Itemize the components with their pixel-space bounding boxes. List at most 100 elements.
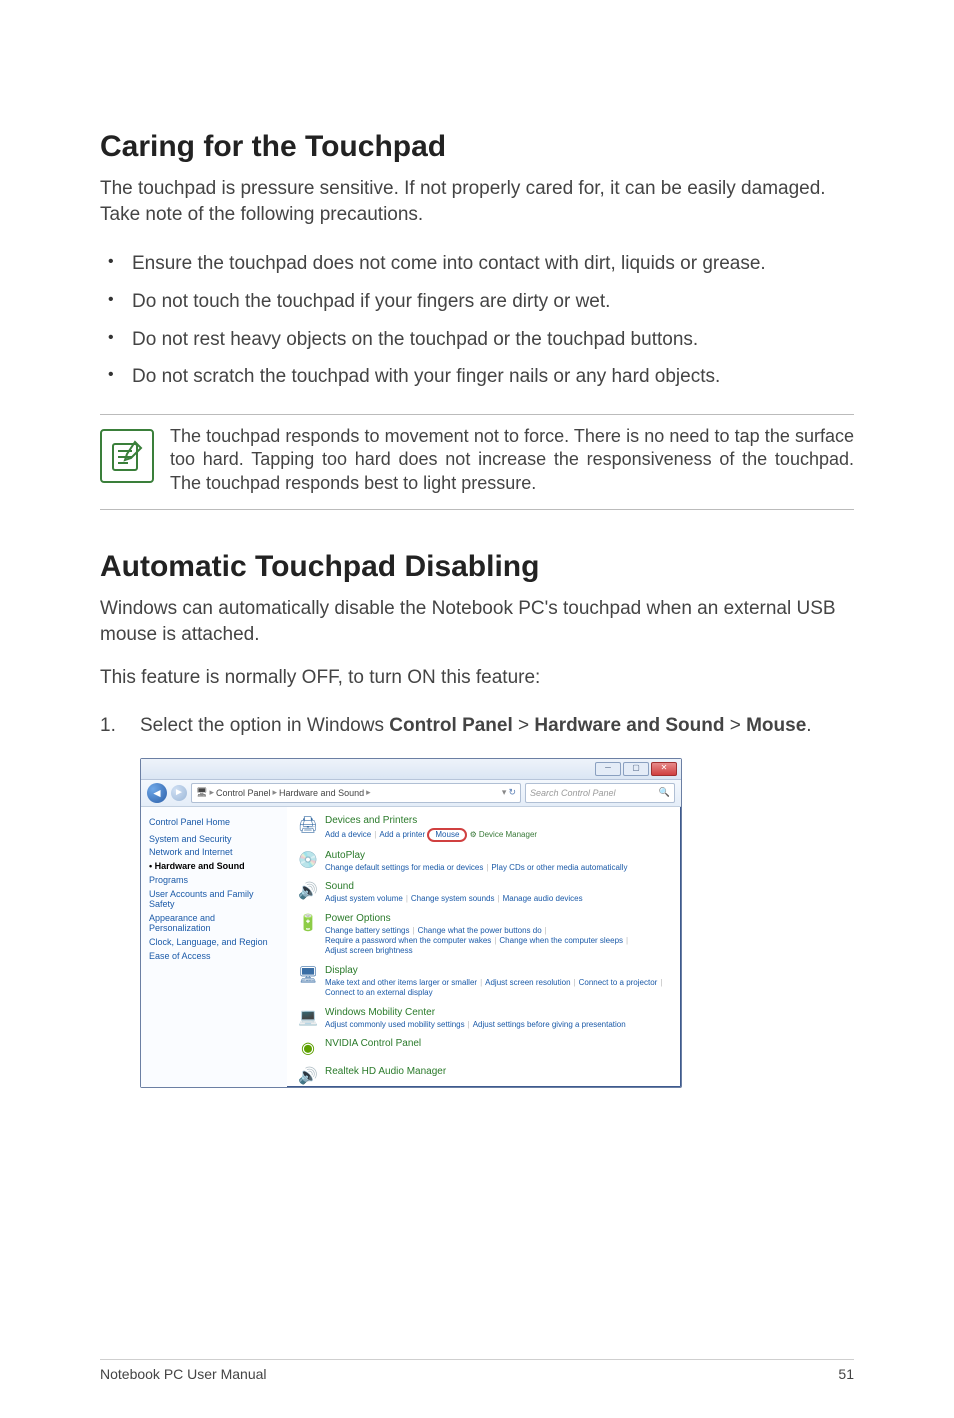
- sidebar-item-network[interactable]: Network and Internet: [149, 848, 279, 858]
- display-icon: 🖥: [297, 965, 319, 999]
- realtek-icon: 🔊: [297, 1066, 319, 1086]
- note-icon: [100, 429, 154, 483]
- sidebar-item-ease-access[interactable]: Ease of Access: [149, 952, 279, 962]
- heading-caring: Caring for the Touchpad: [100, 130, 854, 164]
- step-text-b3: Mouse: [746, 715, 806, 736]
- category-title[interactable]: NVIDIA Control Panel: [325, 1038, 671, 1049]
- step-text-b1: Control Panel: [389, 715, 513, 736]
- window-controls: ─ ▢ ✕: [595, 762, 677, 776]
- category-autoplay: 💿 AutoPlay Change default settings for m…: [297, 850, 671, 873]
- sidebar-home[interactable]: Control Panel Home: [149, 817, 279, 827]
- autoplay-icon: 💿: [297, 850, 319, 873]
- bullet-item: Ensure the touchpad does not come into c…: [100, 245, 854, 283]
- link-mobility-presentation[interactable]: Adjust settings before giving a presenta…: [473, 1020, 626, 1029]
- bullet-item: Do not scratch the touchpad with your fi…: [100, 358, 854, 396]
- category-title[interactable]: Power Options: [325, 913, 671, 924]
- category-title[interactable]: Realtek HD Audio Manager: [325, 1066, 671, 1077]
- link-autoplay-defaults[interactable]: Change default settings for media or dev…: [325, 863, 483, 872]
- note-box: The touchpad responds to movement not to…: [100, 414, 854, 510]
- steps-list: 1. Select the option in Windows Control …: [100, 709, 854, 744]
- page-footer: Notebook PC User Manual 51: [100, 1359, 854, 1382]
- mobility-icon: 💻: [297, 1007, 319, 1030]
- control-panel-sidebar: Control Panel Home System and Security N…: [141, 807, 287, 1087]
- link-power-sleep[interactable]: Change when the computer sleeps: [499, 936, 623, 945]
- step-text-prefix: Select the option in Windows: [140, 715, 389, 736]
- bullet-item: Do not touch the touchpad if your finger…: [100, 283, 854, 321]
- close-button[interactable]: ✕: [651, 762, 677, 776]
- step-text-suffix: .: [806, 715, 811, 736]
- link-power-buttons[interactable]: Change what the power buttons do: [418, 926, 542, 935]
- link-display-projector[interactable]: Connect to a projector: [579, 978, 658, 987]
- sidebar-item-programs[interactable]: Programs: [149, 876, 279, 886]
- step-text-sep1: >: [513, 715, 535, 736]
- para-auto-disable-1: Windows can automatically disable the No…: [100, 596, 854, 647]
- category-display: 🖥 Display Make text and other items larg…: [297, 965, 671, 999]
- step-text-b2: Hardware and Sound: [534, 715, 724, 736]
- embedded-screenshot: ─ ▢ ✕ ◄ ► 🖥 ▸ Control Panel ▸ Hardware a…: [140, 758, 854, 1088]
- link-display-resolution[interactable]: Adjust screen resolution: [485, 978, 570, 987]
- printer-icon: 🖨: [297, 815, 319, 842]
- refresh-icon[interactable]: ↻: [508, 787, 516, 798]
- power-icon: 🔋: [297, 913, 319, 957]
- breadcrumb-sep: ▸: [209, 787, 214, 798]
- breadcrumb-item[interactable]: Hardware and Sound: [279, 788, 364, 798]
- category-devices: 🖨 Devices and Printers Add a device|Add …: [297, 815, 671, 842]
- link-mobility-settings[interactable]: Adjust commonly used mobility settings: [325, 1020, 465, 1029]
- note-text: The touchpad responds to movement not to…: [170, 425, 854, 495]
- para-auto-disable-2: This feature is normally OFF, to turn ON…: [100, 665, 854, 691]
- category-title[interactable]: Devices and Printers: [325, 815, 671, 826]
- sidebar-item-appearance[interactable]: Appearance and Personalization: [149, 914, 279, 934]
- step-number: 1.: [100, 713, 116, 740]
- link-sound-volume[interactable]: Adjust system volume: [325, 894, 403, 903]
- breadcrumb-dropdown-icon[interactable]: ▾: [502, 787, 507, 798]
- link-power-password[interactable]: Require a password when the computer wak…: [325, 936, 491, 945]
- link-sound-devices[interactable]: Manage audio devices: [503, 894, 583, 903]
- breadcrumb-sep: ▸: [366, 787, 371, 798]
- minimize-button[interactable]: ─: [595, 762, 621, 776]
- forward-button[interactable]: ►: [171, 785, 187, 801]
- link-display-external[interactable]: Connect to an external display: [325, 988, 433, 997]
- category-nvidia: ◉ NVIDIA Control Panel: [297, 1038, 671, 1058]
- back-button[interactable]: ◄: [147, 783, 167, 803]
- breadcrumb-bar[interactable]: 🖥 ▸ Control Panel ▸ Hardware and Sound ▸…: [191, 783, 521, 803]
- footer-left: Notebook PC User Manual: [100, 1366, 267, 1382]
- step-text-sep2: >: [724, 715, 746, 736]
- link-autoplay-play[interactable]: Play CDs or other media automatically: [491, 863, 627, 872]
- search-placeholder: Search Control Panel: [530, 788, 616, 798]
- category-sound: 🔊 Sound Adjust system volume|Change syst…: [297, 881, 671, 904]
- category-mobility: 💻 Windows Mobility Center Adjust commonl…: [297, 1007, 671, 1030]
- nvidia-icon: ◉: [297, 1038, 319, 1058]
- category-title[interactable]: AutoPlay: [325, 850, 671, 861]
- link-add-printer[interactable]: Add a printer: [379, 830, 425, 839]
- link-mouse-highlighted[interactable]: Mouse: [427, 828, 467, 842]
- control-panel-body: Control Panel Home System and Security N…: [141, 807, 681, 1087]
- link-power-brightness[interactable]: Adjust screen brightness: [325, 946, 413, 955]
- link-power-battery[interactable]: Change battery settings: [325, 926, 410, 935]
- link-add-device[interactable]: Add a device: [325, 830, 371, 839]
- sidebar-item-user-accounts[interactable]: User Accounts and Family Safety: [149, 890, 279, 910]
- sidebar-item-system-security[interactable]: System and Security: [149, 835, 279, 845]
- explorer-toolbar: ◄ ► 🖥 ▸ Control Panel ▸ Hardware and Sou…: [141, 780, 681, 807]
- maximize-button[interactable]: ▢: [623, 762, 649, 776]
- footer-page-number: 51: [838, 1366, 854, 1382]
- category-power: 🔋 Power Options Change battery settings|…: [297, 913, 671, 957]
- category-title[interactable]: Windows Mobility Center: [325, 1007, 671, 1018]
- breadcrumb-sep: ▸: [273, 787, 278, 798]
- speaker-icon: 🔊: [297, 881, 319, 904]
- document-page: Caring for the Touchpad The touchpad is …: [0, 0, 954, 1418]
- category-title[interactable]: Sound: [325, 881, 671, 892]
- category-title[interactable]: Display: [325, 965, 671, 976]
- control-panel-window: ─ ▢ ✕ ◄ ► 🖥 ▸ Control Panel ▸ Hardware a…: [140, 758, 682, 1088]
- search-input[interactable]: Search Control Panel: [525, 783, 675, 803]
- intro-caring: The touchpad is pressure sensitive. If n…: [100, 176, 854, 227]
- window-titlebar: ─ ▢ ✕: [141, 759, 681, 780]
- link-sound-sounds[interactable]: Change system sounds: [411, 894, 495, 903]
- breadcrumb-icon: 🖥: [196, 787, 207, 798]
- link-display-textsize[interactable]: Make text and other items larger or smal…: [325, 978, 477, 987]
- sidebar-item-hardware-sound[interactable]: Hardware and Sound: [149, 862, 279, 872]
- breadcrumb-item[interactable]: Control Panel: [216, 788, 271, 798]
- heading-auto-disable: Automatic Touchpad Disabling: [100, 550, 854, 584]
- sidebar-item-clock[interactable]: Clock, Language, and Region: [149, 938, 279, 948]
- link-device-manager[interactable]: Device Manager: [470, 830, 537, 839]
- category-realtek: 🔊 Realtek HD Audio Manager: [297, 1066, 671, 1086]
